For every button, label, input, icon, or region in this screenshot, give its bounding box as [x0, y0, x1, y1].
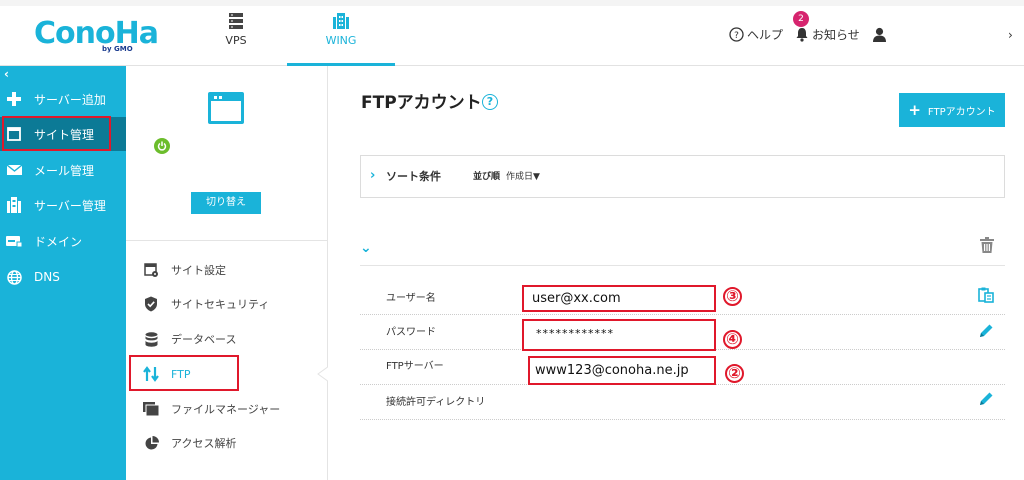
add-ftp-account-label: FTPアカウント — [927, 106, 996, 118]
user-icon — [873, 27, 886, 42]
help-question-icon[interactable]: ? — [482, 94, 498, 110]
main-content: FTPアカウント ? + FTPアカウント › ソート条件 並び順 作成日▼ ⌄… — [328, 66, 1024, 480]
tab-wing[interactable]: WING — [287, 10, 395, 66]
plus-icon: + — [908, 101, 921, 119]
sort-order-select[interactable]: 作成日▼ — [506, 171, 540, 183]
section-divider — [360, 265, 1005, 266]
annotation-box-ftp-server — [528, 356, 716, 385]
menu-item-access-analytics[interactable]: アクセス解析 — [126, 428, 327, 458]
chevron-right-icon: › — [370, 168, 376, 183]
site-name-area — [168, 128, 312, 188]
menu-item-site-settings[interactable]: サイト設定 — [126, 255, 327, 285]
menu-item-label: サイトセキュリティ — [171, 298, 270, 311]
top-header: ConoHa by GMO VPS WING ? ヘルプ 2 お知らせ › — [0, 0, 1024, 66]
header-top-strip — [0, 0, 1024, 6]
sidebar-item-label: ドメイン — [34, 234, 83, 249]
site-thumbnail-icon — [208, 92, 244, 124]
annotation-box-password — [522, 319, 716, 351]
menu-item-database[interactable]: データベース — [126, 324, 327, 354]
header-overflow-chevron[interactable]: › — [1008, 28, 1013, 42]
mail-icon — [6, 162, 22, 178]
annotation-marker-4: ④ — [723, 330, 742, 349]
site-settings-icon — [143, 262, 159, 278]
wing-building-icon — [333, 13, 349, 29]
notifications-link[interactable]: お知らせ — [795, 24, 860, 44]
field-label-username: ユーザー名 — [386, 293, 436, 304]
notifications-label: お知らせ — [812, 27, 860, 42]
chevron-down-icon[interactable]: ⌄ — [360, 241, 372, 255]
copy-clipboard-icon[interactable] — [978, 287, 994, 303]
switch-site-button[interactable]: 切り替え — [191, 192, 261, 214]
panel-divider — [126, 240, 327, 241]
annotation-box-site-management — [2, 116, 111, 151]
tab-wing-label: WING — [325, 34, 357, 47]
sidebar-item-server-management[interactable]: サーバー管理 — [0, 188, 126, 222]
field-label-allowed-directory: 接続許可ディレクトリ — [386, 397, 486, 408]
pencil-edit-icon[interactable] — [978, 391, 994, 407]
menu-item-label: ファイルマネージャー — [171, 403, 281, 416]
sidebar-item-label: DNS — [34, 270, 60, 284]
plus-icon — [6, 91, 22, 107]
sidebar-item-label: サーバー追加 — [34, 92, 106, 107]
menu-item-label: アクセス解析 — [171, 437, 237, 450]
conoha-logo[interactable]: ConoHa by GMO — [34, 18, 159, 54]
database-icon — [143, 331, 159, 347]
sort-title: ソート条件 — [386, 170, 441, 183]
page-title: FTPアカウント — [361, 93, 482, 113]
help-label: ヘルプ — [747, 27, 784, 42]
sidebar-item-add-server[interactable]: サーバー追加 — [0, 82, 126, 116]
trash-icon[interactable] — [980, 237, 994, 253]
folder-icon — [143, 401, 159, 417]
sidebar-item-label: メール管理 — [34, 163, 95, 178]
annotation-marker-3: ③ — [723, 287, 742, 306]
pencil-edit-icon[interactable] — [978, 323, 994, 339]
logo-sub: by GMO — [102, 45, 133, 53]
site-panel: 切り替え サイト設定 サイトセキュリティ データベース FTP ファイルマネージ… — [126, 66, 328, 480]
row-divider — [360, 314, 1005, 315]
field-label-password: パスワード — [386, 327, 436, 338]
pie-chart-icon — [143, 435, 159, 451]
annotation-marker-2: ② — [725, 364, 744, 383]
field-label-ftp-server: FTPサーバー — [386, 361, 444, 372]
sidebar-item-label: サーバー管理 — [34, 198, 106, 213]
server-stack-icon — [229, 13, 243, 29]
svg-text:?: ? — [734, 31, 739, 41]
power-status-icon — [154, 138, 170, 154]
sort-conditions-panel[interactable]: › ソート条件 並び順 作成日▼ — [360, 155, 1005, 198]
sort-order-label: 並び順 — [473, 172, 501, 182]
tab-vps[interactable]: VPS — [185, 10, 287, 64]
bell-icon — [796, 27, 808, 42]
logo-text: ConoHa — [34, 16, 159, 51]
globe-icon — [6, 269, 22, 285]
menu-item-label: サイト設定 — [171, 264, 226, 277]
shield-check-icon — [143, 296, 159, 312]
domain-tag-icon — [6, 233, 22, 249]
server-building-icon — [6, 197, 22, 213]
help-link[interactable]: ? ヘルプ — [729, 24, 783, 44]
question-circle-icon: ? — [729, 26, 744, 42]
annotation-box-ftp — [129, 355, 239, 391]
menu-item-site-security[interactable]: サイトセキュリティ — [126, 289, 327, 319]
row-divider — [360, 419, 1005, 420]
menu-item-label: データベース — [171, 333, 237, 346]
sidebar-item-dns[interactable]: DNS — [0, 260, 126, 294]
sidebar-item-domain[interactable]: ドメイン — [0, 224, 126, 258]
sidebar-item-mail-management[interactable]: メール管理 — [0, 153, 126, 187]
sidebar-collapse-toggle[interactable]: ‹ — [4, 67, 9, 81]
user-menu-button[interactable] — [872, 24, 887, 44]
add-ftp-account-button[interactable]: + FTPアカウント — [899, 93, 1005, 127]
tab-vps-label: VPS — [225, 34, 247, 47]
annotation-box-username — [522, 285, 716, 312]
menu-item-file-manager[interactable]: ファイルマネージャー — [126, 394, 327, 424]
